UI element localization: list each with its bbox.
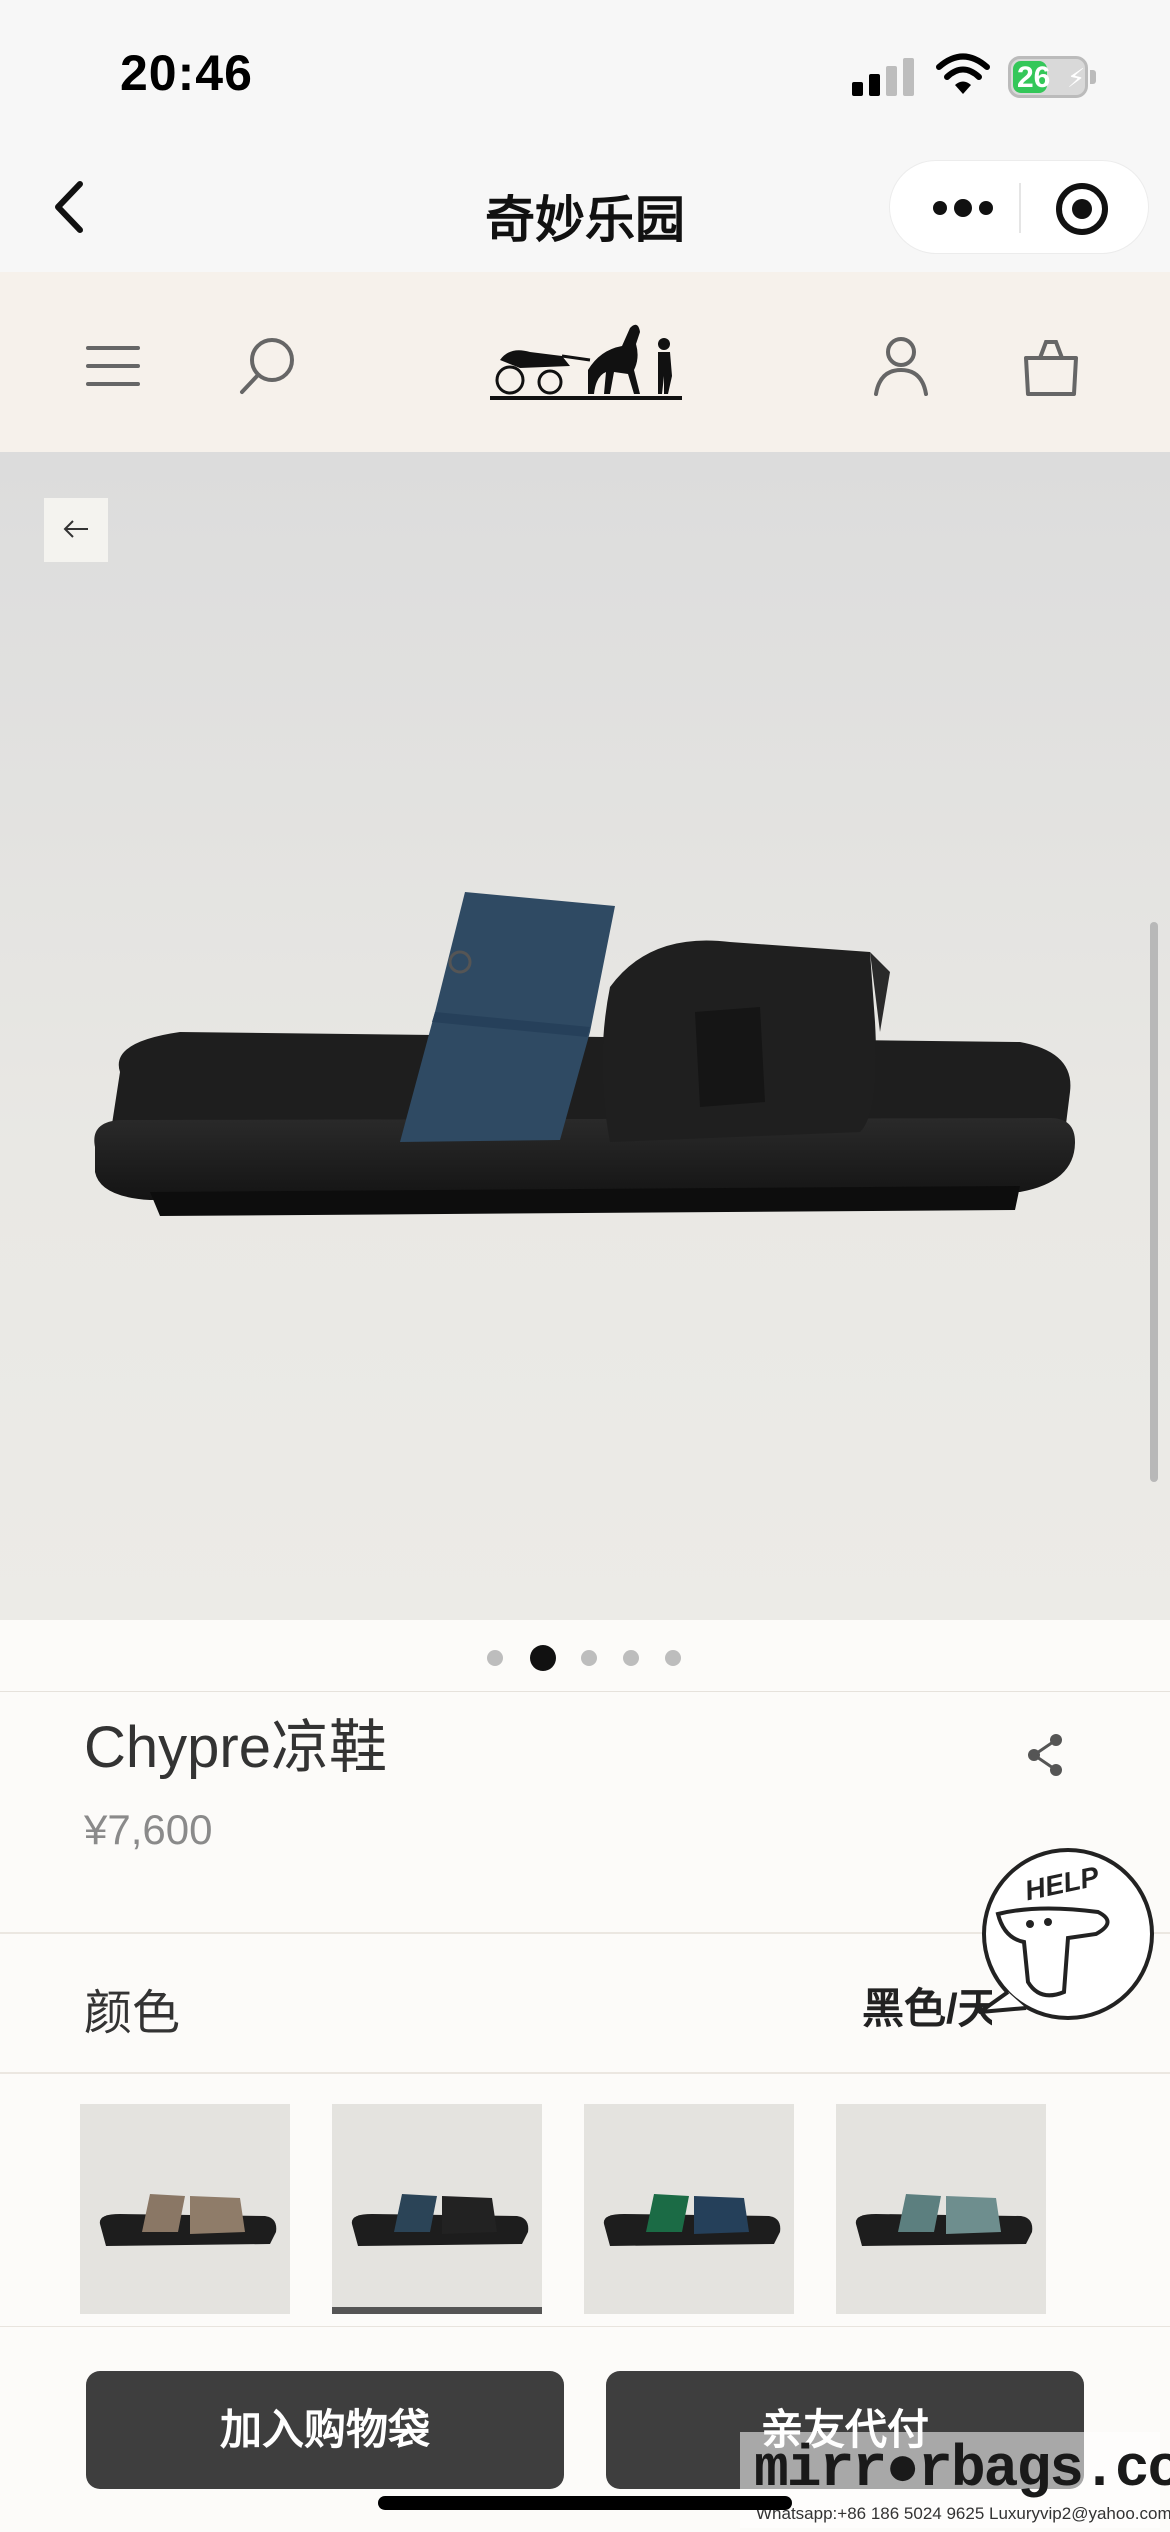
watermark-contact: Whatsapp:+86 186 5024 9625 Luxuryvip2@ya… [756, 2504, 1170, 2523]
close-miniprogram-icon[interactable] [1054, 181, 1110, 237]
site-header [0, 272, 1170, 452]
swatch-sandal-thumbnail [351, 2194, 529, 2246]
pagination-dot-3[interactable] [581, 1650, 597, 1666]
hamburger-menu-icon[interactable] [78, 330, 148, 400]
capsule-menu [889, 160, 1149, 254]
watermark: mirr●rbags.com Whatsapp:+86 186 5024 962… [740, 2432, 1170, 2528]
status-bar: 20:46 26 ⚡ [0, 0, 1170, 150]
brand-logo[interactable] [490, 310, 682, 410]
more-dots-icon[interactable] [928, 191, 998, 225]
product-photo-sandal [94, 892, 1076, 1216]
divider [0, 2072, 1170, 2074]
watermark-logo: mirr●rbags.com [754, 2438, 1170, 2503]
status-time: 20:46 [120, 45, 253, 101]
product-image-carousel[interactable] [0, 452, 1170, 1620]
swatch-sandal-thumbnail [855, 2194, 1033, 2246]
cellular-signal-icon [852, 58, 914, 96]
product-price: ¥7,600 [84, 1806, 213, 1853]
color-swatch-taupe[interactable] [80, 2104, 290, 2314]
home-indicator [378, 2496, 792, 2510]
share-icon[interactable] [1020, 1730, 1070, 1780]
carousel-pagination [0, 1620, 1170, 1692]
add-to-bag-button[interactable]: 加入购物袋 [86, 2371, 564, 2489]
color-swatch-green[interactable] [584, 2104, 794, 2314]
wifi-icon [936, 53, 990, 94]
account-icon[interactable] [866, 330, 936, 400]
color-swatch-navy[interactable] [332, 2104, 542, 2314]
search-icon[interactable] [232, 330, 302, 400]
product-title: Chypre凉鞋 [84, 1715, 387, 1780]
swatch-sandal-thumbnail [99, 2194, 277, 2246]
battery-icon: 26 ⚡ [1008, 56, 1088, 98]
arrow-left-icon [63, 520, 88, 538]
color-label: 颜色 [84, 1987, 181, 2040]
mini-program-nav: 奇妙乐园 [0, 150, 1170, 272]
help-chat-button[interactable]: HELP [968, 1842, 1158, 2032]
pagination-dot-4[interactable] [623, 1650, 639, 1666]
swatch-sandal-thumbnail [603, 2194, 781, 2246]
image-back-button[interactable] [44, 498, 108, 562]
shopping-bag-icon[interactable] [1016, 330, 1086, 400]
scroll-indicator [1150, 922, 1158, 1482]
battery-level: 26 [1017, 61, 1051, 94]
pagination-dot-1[interactable] [487, 1650, 503, 1666]
pagination-dot-5[interactable] [665, 1650, 681, 1666]
color-swatch-sage[interactable] [836, 2104, 1046, 2314]
pagination-dot-2[interactable] [530, 1645, 556, 1671]
